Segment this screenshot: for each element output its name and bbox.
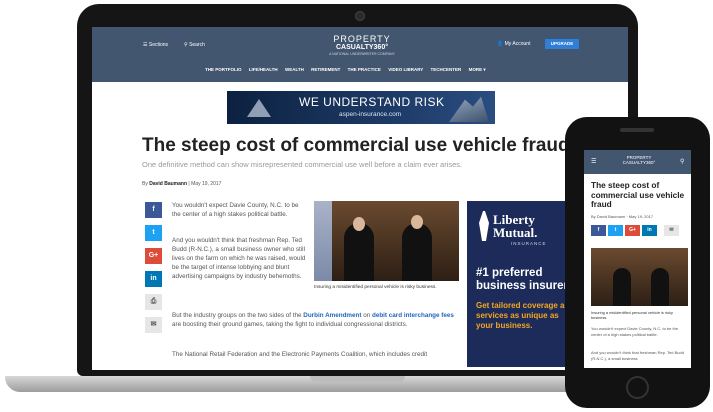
linkedin-share-button[interactable]: in bbox=[642, 225, 657, 236]
phone-photo-caption: Insuring a misidentified personal vehicl… bbox=[591, 310, 673, 320]
linkedin-share-button[interactable]: in bbox=[145, 271, 162, 287]
menu-icon[interactable]: ☰ bbox=[591, 158, 596, 165]
article-date: May 19, 2017 bbox=[191, 181, 222, 187]
nav-item-practice[interactable]: THE PRACTICE bbox=[348, 67, 381, 72]
article-paragraph: And you wouldn't think that freshman Rep… bbox=[172, 237, 306, 280]
upgrade-button[interactable]: UPGRADE bbox=[545, 39, 579, 49]
main-nav: THE PORTFOLIO LIFE/HEALTH WEALTH RETIREM… bbox=[205, 67, 492, 73]
flag-background bbox=[314, 201, 332, 281]
interchange-fees-link[interactable]: debit card interchange fees bbox=[372, 312, 454, 319]
nav-item-techcenter[interactable]: TECHCENTER bbox=[431, 67, 462, 72]
ad-line2: Get tailored coverage and services as un… bbox=[476, 301, 575, 330]
author-link[interactable]: David Baumann bbox=[149, 181, 187, 187]
banner-ad[interactable]: WE UNDERSTAND RISK aspen-insurance.com bbox=[227, 91, 495, 124]
facebook-share-button[interactable]: f bbox=[591, 225, 606, 236]
phone-logo[interactable]: PROPERTY CASUALTY360° bbox=[614, 155, 664, 165]
facebook-share-button[interactable]: f bbox=[145, 202, 162, 218]
person-figure bbox=[651, 268, 669, 306]
user-icon: 👤 bbox=[497, 41, 505, 47]
search-button[interactable]: ⚲ Search bbox=[184, 42, 205, 48]
laptop-base-notch bbox=[310, 376, 405, 382]
article-paragraph: The National Retail Federation and the E… bbox=[172, 351, 428, 358]
twitter-share-button[interactable]: t bbox=[145, 225, 162, 241]
laptop-screen: ☰ Sections ⚲ Search PROPERTY CASUALTY360… bbox=[92, 27, 628, 370]
nav-item-retirement[interactable]: RETIREMENT bbox=[311, 67, 340, 72]
phone-article-photo bbox=[591, 248, 688, 306]
climber-image bbox=[449, 96, 489, 122]
ad-headline: WE UNDERSTAND RISK bbox=[299, 95, 445, 109]
nav-item-life-health[interactable]: LIFE/HEALTH bbox=[249, 67, 278, 72]
site-logo[interactable]: PROPERTY CASUALTY360° A NATIONAL UNDERWR… bbox=[322, 35, 402, 57]
person-figure bbox=[402, 223, 432, 281]
article-photo bbox=[314, 201, 459, 281]
email-button[interactable]: ✉ bbox=[145, 317, 162, 333]
photo-caption: Insuring a misidentified personal vehicl… bbox=[314, 285, 437, 290]
nav-item-wealth[interactable]: WEALTH bbox=[285, 67, 304, 72]
print-button[interactable]: ⎙ bbox=[145, 294, 162, 310]
google-plus-share-button[interactable]: G+ bbox=[625, 225, 640, 236]
sections-menu[interactable]: ☰ Sections bbox=[143, 42, 168, 48]
site-header: ☰ Sections ⚲ Search PROPERTY CASUALTY360… bbox=[92, 27, 628, 82]
phone-byline: By David Baumann · May 19, 2017 bbox=[591, 214, 654, 219]
phone-paragraph: You wouldn't expect Davie County, N.C. t… bbox=[591, 326, 679, 337]
article-subtitle: One definitive method can show misrepres… bbox=[142, 160, 463, 169]
ad-line1: #1 preferred business insurer bbox=[476, 267, 569, 292]
phone-speaker bbox=[620, 128, 654, 132]
person-head bbox=[411, 215, 423, 229]
person-figure bbox=[344, 223, 374, 281]
nav-item-more[interactable]: MORE ▾ bbox=[469, 67, 486, 72]
phone-header: ☰ PROPERTY CASUALTY360° ⚲ bbox=[584, 150, 691, 174]
phone-paragraph: And you wouldn't think that freshman Rep… bbox=[591, 350, 684, 361]
google-plus-share-button[interactable]: G+ bbox=[145, 248, 162, 264]
article-paragraph: You wouldn't expect Davie County, N.C. t… bbox=[172, 202, 299, 218]
person-head bbox=[353, 217, 365, 231]
search-icon[interactable]: ⚲ bbox=[680, 158, 684, 165]
phone-home-button[interactable] bbox=[626, 376, 649, 399]
ad-brand-sub: INSURANCE bbox=[511, 241, 547, 246]
durbin-amendment-link[interactable]: Durbin Amendment bbox=[303, 312, 361, 319]
statue-icon bbox=[479, 211, 489, 241]
article-title: The steep cost of commercial use vehicle… bbox=[142, 135, 570, 156]
sidebar-ad[interactable]: Liberty Mutual. INSURANCE #1 preferred b… bbox=[467, 201, 579, 367]
phone-screen: ☰ PROPERTY CASUALTY360° ⚲ The steep cost… bbox=[584, 150, 691, 368]
twitter-share-button[interactable]: t bbox=[608, 225, 623, 236]
nav-item-video-library[interactable]: VIDEO LIBRARY bbox=[388, 67, 423, 72]
phone-article-title: The steep cost of commercial use vehicle… bbox=[591, 180, 685, 209]
ad-url: aspen-insurance.com bbox=[339, 111, 402, 118]
my-account-link[interactable]: 👤 My Account bbox=[497, 41, 530, 47]
email-button[interactable]: ✉ bbox=[664, 225, 679, 236]
nav-item-portfolio[interactable]: THE PORTFOLIO bbox=[205, 67, 242, 72]
byline: By David Baumann | May 19, 2017 bbox=[142, 181, 222, 187]
person-figure bbox=[613, 268, 631, 306]
laptop-camera bbox=[355, 11, 365, 21]
article-paragraph: But the industry groups on the two sides… bbox=[172, 312, 454, 328]
mountain-graphic bbox=[247, 99, 271, 117]
